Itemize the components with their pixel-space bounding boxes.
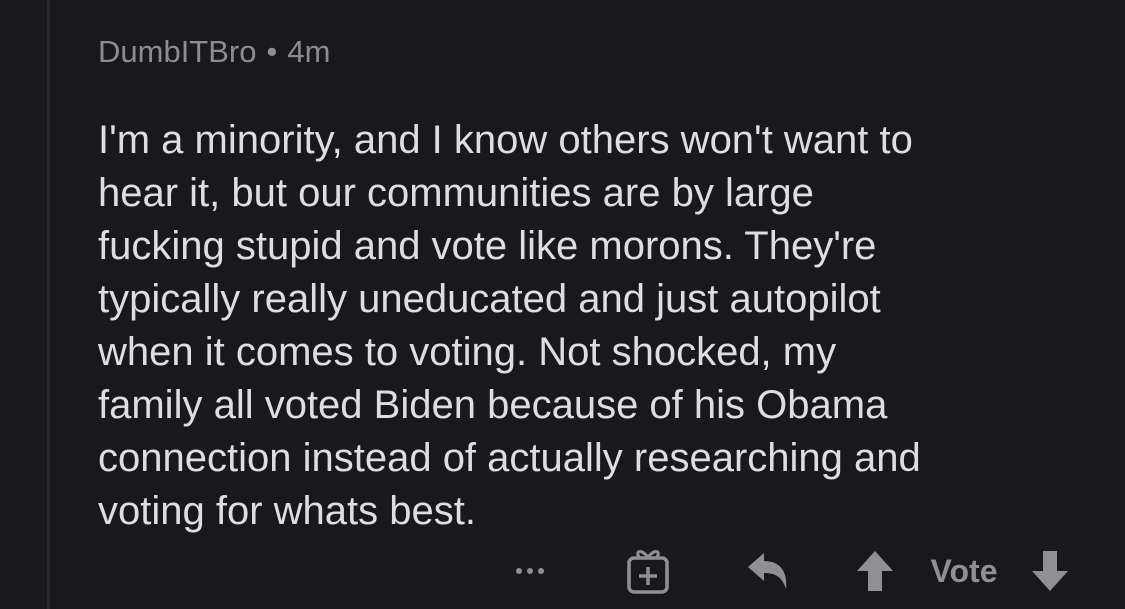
comment-line: family all voted Biden because of his Ob… xyxy=(98,383,888,427)
more-dots-icon xyxy=(516,568,544,574)
upvote-button[interactable] xyxy=(852,542,898,600)
comment-line: voting for whats best. xyxy=(98,489,476,533)
more-button[interactable] xyxy=(508,542,552,600)
comment-age: 4m xyxy=(287,34,331,69)
arrow-up-icon xyxy=(857,551,893,591)
comment-line: I'm a minority, and I know others won't … xyxy=(98,118,913,162)
comment: DumbITBro • 4m I'm a minority, and I know … xyxy=(98,32,1088,538)
meta-separator: • xyxy=(266,34,278,69)
comment-line: fucking stupid and vote like morons. The… xyxy=(98,224,877,268)
downvote-button[interactable] xyxy=(1027,542,1073,600)
thread-line[interactable] xyxy=(47,0,50,609)
comment-body: I'm a minority, and I know others won't … xyxy=(98,114,1088,538)
comment-line: hear it, but our communities are by larg… xyxy=(98,171,814,215)
reply-button[interactable] xyxy=(742,542,794,600)
comment-line: connection instead of actually researchi… xyxy=(98,436,921,480)
comment-line: typically really uneducated and just aut… xyxy=(98,277,881,321)
comment-actions: Vote xyxy=(500,542,1100,600)
award-button[interactable] xyxy=(622,542,674,600)
author-name[interactable]: DumbITBro xyxy=(98,34,256,69)
arrow-down-icon xyxy=(1032,551,1068,591)
comment-meta: DumbITBro • 4m xyxy=(98,32,1088,72)
gift-icon xyxy=(627,550,669,594)
vote-label: Vote xyxy=(930,552,998,589)
comment-line: when it comes to voting. Not shocked, my xyxy=(98,330,837,374)
reply-arrow-icon xyxy=(748,553,787,589)
